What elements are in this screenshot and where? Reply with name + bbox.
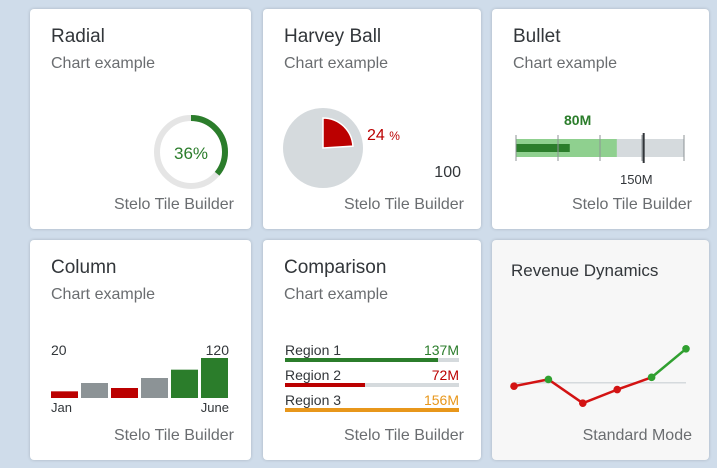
tile-footer: Stelo Tile Builder [343, 196, 464, 213]
column-bar [51, 391, 78, 398]
column-bar [81, 383, 108, 398]
tile-title: Harvey Ball [284, 26, 382, 47]
tile-subtitle: Chart example [51, 286, 156, 303]
line-point [682, 345, 690, 353]
tile-bullet[interactable]: Bullet Chart example 80M 150M Stelo Tile… [492, 9, 709, 229]
revenue-line-chart [510, 345, 690, 407]
harvey-fraction-unit: % [389, 129, 400, 143]
tile-revenue-dynamics[interactable]: Revenue Dynamics Standard Mode [492, 240, 709, 460]
tile-title: Comparison [284, 257, 387, 278]
tile-subtitle: Chart example [513, 55, 618, 72]
column-right-top-label: 120 [205, 342, 229, 358]
bullet-actual-label: 80M [564, 112, 592, 128]
line-segment [650, 347, 687, 379]
column-left-top-label: 20 [51, 342, 67, 358]
tile-footer: Stelo Tile Builder [571, 196, 692, 213]
tile-footer: Stelo Tile Builder [343, 427, 464, 444]
tile-subtitle: Chart example [51, 55, 156, 72]
tile-column[interactable]: Column Chart example 20 120 Jan June Ste… [30, 240, 251, 460]
comparison-bar [285, 408, 459, 412]
comparison-list: Region 1 137M Region 2 72M Region 3 156M [285, 340, 459, 415]
comparison-row: Region 3 156M [285, 390, 459, 415]
column-right-bottom-label: June [200, 400, 229, 415]
tile-footer: Standard Mode [582, 427, 692, 444]
tile-subtitle: Chart example [284, 55, 389, 72]
harvey-ball-chart [283, 108, 363, 188]
tile-title: Radial [51, 26, 105, 47]
radial-value-label: 36% [174, 144, 208, 163]
comparison-track [285, 358, 459, 362]
comparison-label: Region 3 [285, 392, 342, 408]
column-bar [171, 369, 198, 398]
tile-radial[interactable]: Radial Chart example 36% Stelo Tile Buil… [30, 9, 251, 229]
line-segment [582, 388, 618, 405]
tile-harvey-ball[interactable]: Harvey Ball Chart example 24 % 100 Stelo… [263, 9, 481, 229]
harvey-fraction-value: 24 [367, 127, 385, 144]
bullet-target-label: 150M [620, 172, 653, 187]
line-point [579, 399, 587, 407]
tile-title: Column [51, 257, 117, 278]
comparison-label: Region 2 [285, 367, 342, 383]
tile-comparison[interactable]: Comparison Chart example Region 1 137M R… [263, 240, 481, 460]
tile-footer: Stelo Tile Builder [113, 427, 234, 444]
comparison-label: Region 1 [285, 342, 342, 358]
harvey-fraction-label: 24 % [367, 127, 400, 145]
comparison-track [285, 408, 459, 412]
comparison-bar [285, 383, 366, 387]
bullet-actual-bar [516, 144, 570, 152]
column-bar [201, 358, 228, 398]
line-point [613, 385, 621, 394]
comparison-track [285, 383, 459, 387]
tile-title: Bullet [513, 26, 561, 47]
bullet-chart [515, 133, 685, 163]
column-left-bottom-label: Jan [51, 400, 72, 415]
column-chart [51, 358, 228, 398]
comparison-value: 156M [423, 392, 459, 408]
line-point [544, 375, 553, 384]
comparison-value: 137M [423, 342, 459, 358]
tile-title: Revenue Dynamics [511, 261, 659, 280]
comparison-value: 72M [431, 367, 459, 383]
harvey-total-label: 100 [434, 164, 461, 181]
line-point [647, 373, 656, 382]
comparison-bar [285, 358, 438, 362]
column-bar [111, 388, 138, 398]
column-bar [141, 378, 168, 398]
radial-chart: 36% [154, 115, 228, 189]
line-point [510, 382, 518, 390]
comparison-row: Region 1 137M [285, 340, 459, 365]
comparison-row: Region 2 72M [285, 365, 459, 390]
tile-footer: Stelo Tile Builder [113, 196, 234, 213]
tile-subtitle: Chart example [284, 286, 389, 303]
